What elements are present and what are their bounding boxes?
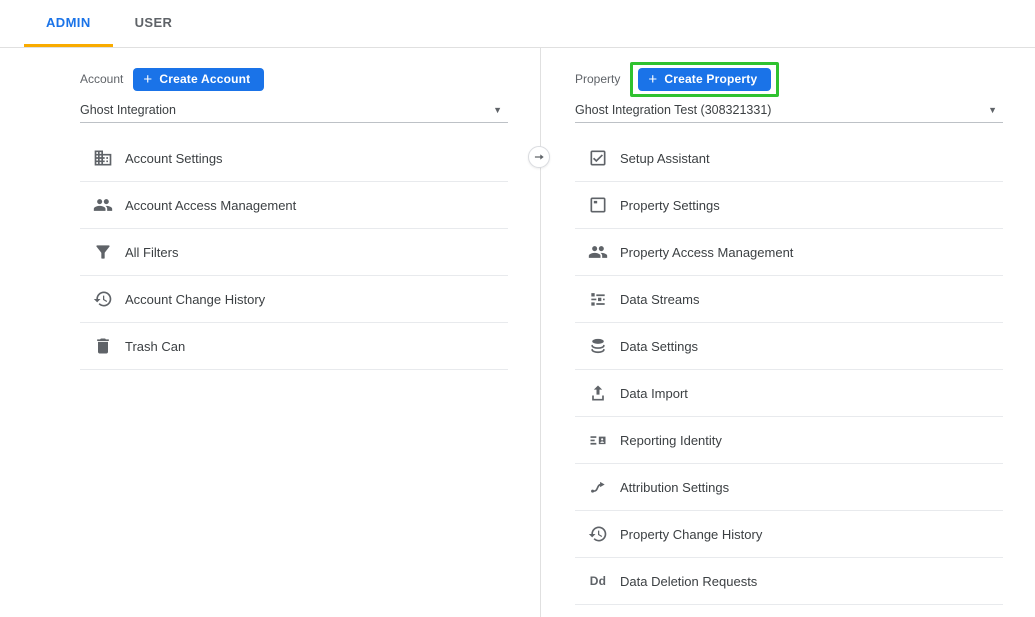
arrow-right-icon: [532, 150, 546, 164]
menu-item-label: Data Deletion Requests: [620, 574, 757, 589]
menu-item-trash-can[interactable]: Trash Can: [80, 323, 508, 370]
menu-item-property-change-history[interactable]: Property Change History: [575, 511, 1003, 558]
trash-icon: [93, 336, 113, 356]
account-column-header: Account + Create Account: [80, 60, 508, 98]
annotation-highlight-box: + Create Property: [630, 62, 779, 97]
property-column: Property + Create Property Ghost Integra…: [575, 60, 1003, 605]
create-property-button-label: Create Property: [664, 72, 757, 86]
menu-item-label: Setup Assistant: [620, 151, 710, 166]
menu-item-label: Account Settings: [125, 151, 223, 166]
checklist-icon: [588, 148, 608, 168]
menu-item-label: Property Access Management: [620, 245, 793, 260]
property-selector-value: Ghost Integration Test (308321331): [575, 103, 771, 117]
property-selector-dropdown[interactable]: Ghost Integration Test (308321331) ▼: [575, 98, 1003, 123]
menu-item-account-change-history[interactable]: Account Change History: [80, 276, 508, 323]
tab-admin[interactable]: ADMIN: [24, 0, 113, 47]
plus-icon: +: [143, 72, 152, 87]
menu-item-label: Property Change History: [620, 527, 762, 542]
menu-item-label: Attribution Settings: [620, 480, 729, 495]
people-icon: [588, 242, 608, 262]
account-selector-value: Ghost Integration: [80, 103, 176, 117]
menu-item-label: Account Access Management: [125, 198, 296, 213]
building-icon: [93, 148, 113, 168]
menu-item-data-import[interactable]: Data Import: [575, 370, 1003, 417]
menu-item-property-access-management[interactable]: Property Access Management: [575, 229, 1003, 276]
tab-user[interactable]: USER: [113, 0, 195, 47]
menu-item-data-streams[interactable]: Data Streams: [575, 276, 1003, 323]
account-label: Account: [80, 72, 123, 86]
menu-item-data-deletion-requests[interactable]: Dd Data Deletion Requests: [575, 558, 1003, 605]
column-divider: [540, 48, 541, 617]
plus-icon: +: [648, 72, 657, 87]
menu-item-label: Data Streams: [620, 292, 699, 307]
property-label: Property: [575, 72, 620, 86]
menu-item-account-settings[interactable]: Account Settings: [80, 135, 508, 182]
dropdown-arrow-icon: ▼: [988, 105, 1003, 115]
account-selector-dropdown[interactable]: Ghost Integration ▼: [80, 98, 508, 123]
menu-item-label: All Filters: [125, 245, 178, 260]
history-icon: [588, 524, 608, 544]
menu-item-label: Property Settings: [620, 198, 720, 213]
data-streams-icon: [588, 289, 608, 309]
menu-item-all-filters[interactable]: All Filters: [80, 229, 508, 276]
property-column-header: Property + Create Property: [575, 60, 1003, 98]
menu-item-label: Data Settings: [620, 339, 698, 354]
attribution-icon: [588, 477, 608, 497]
filter-icon: [93, 242, 113, 262]
create-property-button[interactable]: + Create Property: [638, 68, 771, 91]
account-menu: Account Settings Account Access Managemen…: [80, 135, 508, 370]
menu-item-attribution-settings[interactable]: Attribution Settings: [575, 464, 1003, 511]
upload-icon: [588, 383, 608, 403]
menu-item-data-settings[interactable]: Data Settings: [575, 323, 1003, 370]
dd-text-icon: Dd: [588, 571, 608, 591]
menu-item-reporting-identity[interactable]: Reporting Identity: [575, 417, 1003, 464]
history-icon: [93, 289, 113, 309]
collapse-column-button[interactable]: [528, 146, 550, 168]
menu-item-label: Reporting Identity: [620, 433, 722, 448]
property-menu: Setup Assistant Property Settings Property…: [575, 135, 1003, 605]
menu-item-label: Account Change History: [125, 292, 265, 307]
window-icon: [588, 195, 608, 215]
menu-item-property-settings[interactable]: Property Settings: [575, 182, 1003, 229]
menu-item-label: Trash Can: [125, 339, 185, 354]
dropdown-arrow-icon: ▼: [493, 105, 508, 115]
account-column: Account + Create Account Ghost Integrati…: [80, 60, 508, 370]
layers-icon: [588, 336, 608, 356]
create-account-button[interactable]: + Create Account: [133, 68, 264, 91]
admin-user-tab-bar: ADMIN USER: [0, 0, 1035, 48]
menu-item-account-access-management[interactable]: Account Access Management: [80, 182, 508, 229]
people-icon: [93, 195, 113, 215]
menu-item-label: Data Import: [620, 386, 688, 401]
create-account-button-label: Create Account: [159, 72, 250, 86]
identity-icon: [588, 430, 608, 450]
menu-item-setup-assistant[interactable]: Setup Assistant: [575, 135, 1003, 182]
